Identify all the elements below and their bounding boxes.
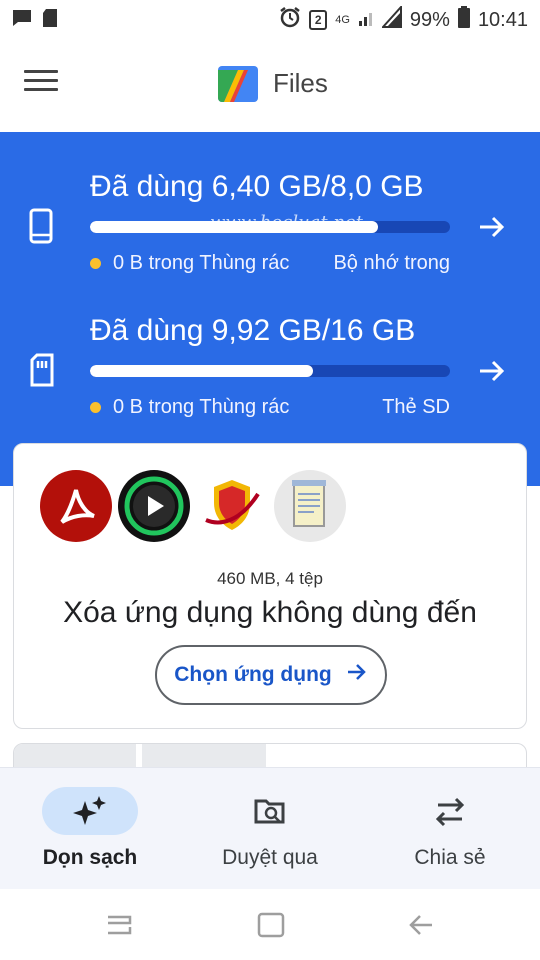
cleanup-size-info: 460 MB, 4 tệp bbox=[217, 569, 323, 588]
adobe-acrobat-icon bbox=[40, 470, 112, 542]
shield-app-icon bbox=[196, 470, 268, 542]
nav-clean-label: Dọn sạch bbox=[42, 846, 138, 869]
arrow-right-icon bbox=[346, 661, 368, 689]
network-type: 4G bbox=[335, 14, 350, 26]
nav-share[interactable]: Chia sẻ bbox=[360, 768, 540, 890]
nav-share-label: Chia sẻ bbox=[414, 846, 486, 869]
nav-clean[interactable]: Dọn sạch bbox=[0, 768, 180, 890]
internal-storage-row[interactable]: Đã dùng 6,40 GB/8,0 GB 0 B trong Thùng r… bbox=[0, 132, 540, 275]
message-icon bbox=[12, 9, 32, 32]
back-icon[interactable] bbox=[406, 911, 436, 939]
internal-usage-fill bbox=[90, 221, 378, 233]
menu-icon[interactable] bbox=[24, 70, 58, 100]
signal-full-icon bbox=[380, 4, 402, 34]
sd-volume-name: Thẻ SD bbox=[382, 396, 450, 418]
swap-arrows-icon bbox=[430, 793, 470, 829]
internal-trash-text: 0 B trong Thùng rác bbox=[113, 252, 290, 274]
battery-percent: 99% bbox=[409, 8, 450, 31]
signal-weak-icon bbox=[358, 7, 374, 33]
folder-search-icon bbox=[250, 793, 290, 829]
clock: 10:41 bbox=[477, 8, 528, 31]
sim-badge: 2 bbox=[309, 10, 328, 30]
trash-dot-icon bbox=[90, 258, 101, 269]
sd-card-status-icon bbox=[42, 8, 58, 33]
internal-volume-name: Bộ nhớ trong bbox=[333, 252, 450, 274]
system-navigation-bar bbox=[0, 889, 540, 960]
sd-storage-row[interactable]: Đã dùng 9,92 GB/16 GB 0 B trong Thùng rá… bbox=[0, 276, 540, 419]
app-icon-row bbox=[40, 470, 346, 542]
phone-icon bbox=[28, 208, 56, 244]
internal-trash-info: 0 B trong Thùng rác bbox=[90, 252, 289, 275]
sd-trash-text: 0 B trong Thùng rác bbox=[113, 396, 290, 418]
sd-used-text: Đã dùng 9,92 GB/16 GB bbox=[90, 314, 416, 347]
arrow-right-icon[interactable] bbox=[477, 356, 507, 386]
nav-browse-label: Duyệt qua bbox=[222, 846, 318, 869]
home-icon[interactable] bbox=[256, 911, 286, 939]
sd-card-icon bbox=[28, 352, 56, 388]
video-player-icon bbox=[118, 470, 190, 542]
cleanup-title: Xóa ứng dụng không dùng đến bbox=[63, 596, 477, 629]
app-bar: Files bbox=[0, 38, 540, 132]
sparkle-icon bbox=[70, 793, 110, 829]
nav-browse[interactable]: Duyệt qua bbox=[180, 768, 360, 890]
files-logo-icon bbox=[214, 64, 260, 104]
internal-used-text: Đã dùng 6,40 GB/8,0 GB bbox=[90, 170, 424, 203]
status-bar: 2 4G 99% 10:41 bbox=[0, 0, 540, 38]
alarm-icon bbox=[279, 6, 301, 34]
trash-dot-icon bbox=[90, 402, 101, 413]
choose-apps-button[interactable]: Chọn ứng dụng bbox=[155, 645, 387, 705]
sd-usage-bar bbox=[90, 365, 450, 377]
arrow-right-icon[interactable] bbox=[477, 212, 507, 242]
sd-trash-info: 0 B trong Thùng rác bbox=[90, 396, 289, 419]
bottom-navigation: Dọn sạch Duyệt qua Chia sẻ bbox=[0, 767, 540, 889]
recents-icon[interactable] bbox=[104, 911, 134, 939]
cleanup-suggestion-card: 460 MB, 4 tệp Xóa ứng dụng không dùng đế… bbox=[13, 443, 527, 729]
choose-apps-label: Chọn ứng dụng bbox=[174, 663, 332, 686]
storage-summary: www.hocluat.net Đã dùng 6,40 GB/8,0 GB 0… bbox=[0, 132, 540, 486]
battery-icon bbox=[457, 6, 470, 34]
sd-usage-fill bbox=[90, 365, 314, 377]
internal-usage-bar bbox=[90, 221, 450, 233]
app-title: Files bbox=[273, 68, 328, 98]
notepad-icon bbox=[274, 470, 346, 542]
